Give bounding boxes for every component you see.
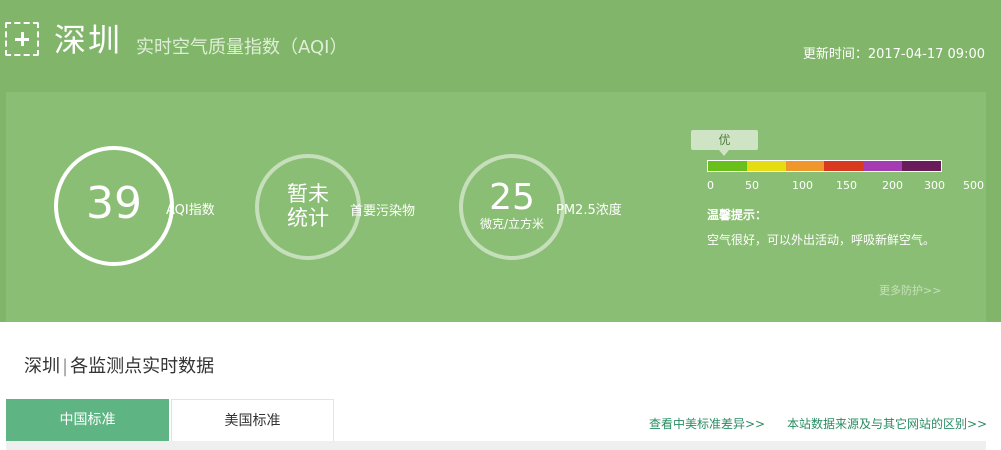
pm25-value: 25	[489, 177, 535, 218]
header: 深圳 实时空气质量指数（AQI） 更新时间：2017-04-17 09:00	[0, 0, 1001, 90]
aqi-scale-segment	[824, 161, 864, 171]
section-heading: 各监测点实时数据	[70, 356, 215, 377]
page-subtitle: 实时空气质量指数（AQI）	[136, 37, 348, 58]
aqi-scale-segment	[708, 161, 747, 171]
aqi-scale-tick: 500	[963, 179, 984, 192]
pm25-unit: 微克/立方米	[479, 217, 545, 231]
section-city: 深圳	[24, 356, 60, 377]
city-title: 深圳	[54, 21, 123, 59]
update-time: 更新时间：2017-04-17 09:00	[802, 47, 985, 62]
tab-us-standard[interactable]: 美国标准	[171, 399, 334, 441]
data-source-link[interactable]: 本站数据来源及与其它网站的区别>>	[787, 416, 987, 432]
aqi-scale-segment	[863, 161, 903, 171]
aqi-scale-tick: 0	[707, 179, 714, 192]
aqi-value: 39	[86, 178, 142, 229]
aqi-scale-segment	[902, 161, 941, 171]
aqi-scale-segment	[785, 161, 825, 171]
table-header-strip	[6, 441, 986, 450]
pm25-label: PM2.5浓度	[556, 203, 622, 218]
more-protection-link[interactable]: 更多防护>>	[879, 284, 941, 298]
aqi-scale-tick: 200	[882, 179, 903, 192]
standard-diff-link[interactable]: 查看中美标准差异>>	[649, 416, 765, 432]
section-divider: |	[62, 356, 69, 377]
aqi-level-badge: 优	[691, 130, 758, 156]
aqi-scale-tick: 300	[924, 179, 945, 192]
aqi-scale-tick: 150	[836, 179, 857, 192]
primary-pollutant-value: 暂未 统计	[287, 182, 329, 230]
tab-china-standard[interactable]: 中国标准	[6, 399, 169, 441]
aqi-scale-tick: 100	[792, 179, 813, 192]
aqi-scale-tick: 50	[745, 179, 759, 192]
aqi-color-scale	[707, 160, 942, 172]
aqi-scale-segment	[746, 161, 786, 171]
aqi-label: AQI指数	[166, 203, 215, 218]
section-title: 深圳 | 各监测点实时数据	[24, 356, 214, 378]
primary-pollutant-label: 首要污染物	[350, 204, 416, 219]
tip-title: 温馨提示：	[707, 208, 768, 222]
add-city-icon[interactable]	[5, 22, 39, 56]
tip-text: 空气很好，可以外出活动，呼吸新鲜空气。	[707, 233, 936, 247]
